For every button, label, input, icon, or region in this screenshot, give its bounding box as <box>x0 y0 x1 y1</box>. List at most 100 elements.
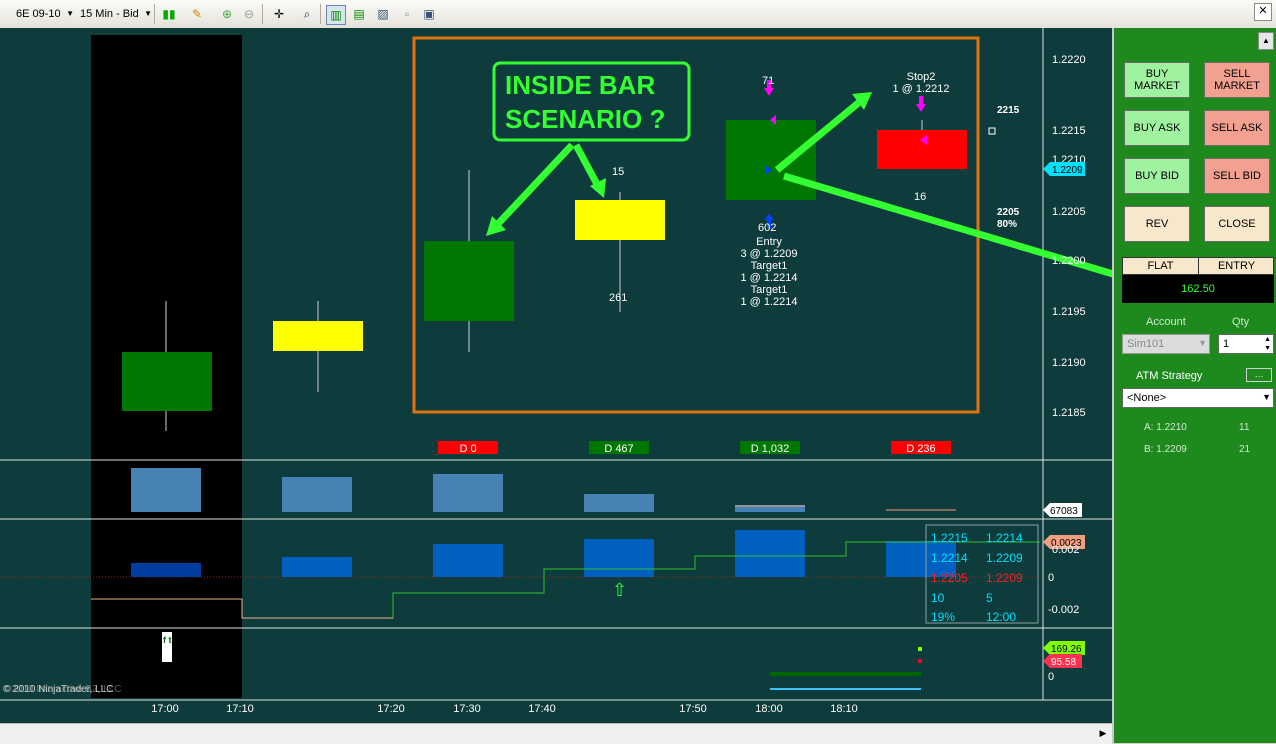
signal-dot <box>918 659 922 663</box>
reverse-label: REV <box>1145 218 1169 230</box>
time-tick: 18:00 <box>755 703 783 715</box>
buy-bid-button[interactable]: BUY BID <box>1124 158 1190 194</box>
data-box-icon[interactable]: ▨ <box>374 5 392 23</box>
annotation-line-1: INSIDE BAR <box>505 70 655 100</box>
volume-value-label: 67083 <box>1050 506 1078 517</box>
data-cell: 5 <box>986 591 993 605</box>
data-cell: 19% <box>931 610 955 624</box>
delta-label: D 1,032 <box>751 443 790 455</box>
bar-5-top-label: 71 <box>762 75 774 87</box>
ask-size: 11 <box>1239 422 1250 433</box>
buy-market-label: BUY MARKET <box>1134 68 1180 92</box>
time-tick: 17:50 <box>679 703 707 715</box>
sell-ask-button[interactable]: SELL ASK <box>1204 110 1270 146</box>
order-label: 1 @ 1.2214 <box>740 272 797 284</box>
zoom-out-icon[interactable]: ⊖ <box>240 5 258 23</box>
qty-label: Qty <box>1232 316 1250 328</box>
horizontal-scrollbar[interactable]: ▶ <box>0 723 1112 744</box>
chart-area[interactable]: INSIDE BAR SCENARIO ? 15 261 71 602 Entr… <box>0 28 1112 723</box>
reverse-button[interactable]: REV <box>1124 206 1190 242</box>
instrument-selector[interactable]: 6E 09-10 ▼ <box>12 5 76 23</box>
candlestick-icon[interactable]: ▮▮ <box>160 5 178 23</box>
annotation-line-2: SCENARIO ? <box>505 104 665 134</box>
order-marker-icon <box>764 88 774 96</box>
buy-ask-button[interactable]: BUY ASK <box>1124 110 1190 146</box>
data-cell: 1.2209 <box>986 551 1023 565</box>
atm-settings-button[interactable]: … <box>1246 368 1272 382</box>
indicator-tick: -0.002 <box>1048 604 1079 616</box>
qty-stepper[interactable]: 1 ▲ ▼ <box>1218 334 1274 354</box>
time-tick: 17:30 <box>453 703 481 715</box>
price-tick: 1.2195 <box>1052 306 1086 318</box>
candle-bar-2 <box>273 321 363 351</box>
buy-bid-label: BUY BID <box>1135 170 1179 182</box>
bar-chart-icon[interactable]: ▥ <box>326 5 346 25</box>
delta-label: D 236 <box>906 443 935 455</box>
watermark-label: f t <box>163 635 172 645</box>
ask-label: A: 1.2210 <box>1144 422 1187 433</box>
time-tick: 17:00 <box>151 703 179 715</box>
price-tick: 1.2190 <box>1052 357 1086 369</box>
position-header: FLAT ENTRY <box>1122 257 1274 275</box>
stepper-arrows-icon[interactable]: ▲ ▼ <box>1264 335 1271 353</box>
order-entry-panel: BUY MARKET SELL MARKET BUY ASK SELL ASK … <box>1112 28 1276 743</box>
copyright-overlay-label: ©2010 Interactive B2, LLC <box>4 684 121 695</box>
price-tick: 1.2220 <box>1052 54 1086 66</box>
data-cell: 10 <box>931 591 945 605</box>
pencil-icon[interactable]: ✎ <box>188 5 206 23</box>
panel4-value-label: 95.58 <box>1051 657 1076 668</box>
price-tick: 1.2215 <box>1052 125 1086 137</box>
qty-value: 1 <box>1223 338 1230 350</box>
candle-bar-1 <box>122 352 212 411</box>
time-tick: 17:10 <box>226 703 254 715</box>
stop-detail-label: 1 @ 1.2212 <box>892 83 949 95</box>
data-cell: 1.2205 <box>931 571 968 585</box>
up-arrow-icon: ⇧ <box>612 580 627 601</box>
stop-marker-icon <box>916 104 926 112</box>
account-select[interactable]: Sim101 ▼ <box>1122 334 1210 354</box>
current-price-label: 1.2209 <box>1052 165 1083 176</box>
instrument-value: 6E 09-10 <box>16 8 61 20</box>
time-tick: 17:40 <box>528 703 556 715</box>
interval-value: 15 Min - Bid <box>80 8 139 20</box>
bid-size: 21 <box>1239 444 1251 455</box>
data-cell: 1.2209 <box>986 571 1023 585</box>
bar-4-top-label: 15 <box>612 166 624 178</box>
time-tick: 18:10 <box>830 703 858 715</box>
annotation-arrow <box>572 143 602 188</box>
price-tick: 1.2200 <box>1052 255 1086 267</box>
magnify-icon[interactable]: ⌕ <box>298 5 316 23</box>
crosshair-icon[interactable]: ✛ <box>270 5 288 23</box>
chevron-down-icon: ▼ <box>66 9 74 18</box>
atm-strategy-label: ATM Strategy <box>1136 370 1203 382</box>
window-icon[interactable]: ▣ <box>420 5 438 23</box>
sell-ask-label: SELL ASK <box>1211 122 1263 134</box>
toggle-chart-icon[interactable]: ▤ <box>350 5 368 23</box>
atm-strategy-select[interactable]: <None> ▼ <box>1122 388 1274 408</box>
delta-label: D 467 <box>604 443 633 455</box>
close-icon[interactable]: ✕ <box>1254 3 1272 21</box>
pnl-value: 162.50 <box>1181 283 1215 295</box>
properties-icon[interactable]: ▫ <box>398 5 416 23</box>
price-tick: 1.2205 <box>1052 206 1086 218</box>
indicator-bar <box>735 530 805 577</box>
marker-square-icon <box>988 127 996 135</box>
scroll-up-icon[interactable]: ▲ <box>1258 32 1274 50</box>
annotation-arrow <box>493 142 575 229</box>
signal-dot <box>918 647 922 651</box>
indicator-bar <box>131 563 201 577</box>
candle-bar-6 <box>877 130 967 169</box>
sell-bid-button[interactable]: SELL BID <box>1204 158 1270 194</box>
sell-market-button[interactable]: SELL MARKET <box>1204 62 1270 98</box>
order-label: 3 @ 1.2209 <box>740 248 797 260</box>
interval-selector[interactable]: 15 Min - Bid ▼ <box>76 5 154 23</box>
scroll-right-icon[interactable]: ▶ <box>1096 726 1110 740</box>
zoom-in-icon[interactable]: ⊕ <box>218 5 236 23</box>
panel4-tick: 0 <box>1048 671 1054 683</box>
position-label: FLAT <box>1123 258 1199 274</box>
close-position-button[interactable]: CLOSE <box>1204 206 1270 242</box>
chart-toolbar: 6E 09-10 ▼ 15 Min - Bid ▼ ▮▮ ✎ ⊕ ⊖ ✛ ⌕ ▥ ▤… <box>0 0 1276 29</box>
bid-label: B: 1.2209 <box>1144 444 1187 455</box>
buy-market-button[interactable]: BUY MARKET <box>1124 62 1190 98</box>
volume-bar <box>282 477 352 512</box>
